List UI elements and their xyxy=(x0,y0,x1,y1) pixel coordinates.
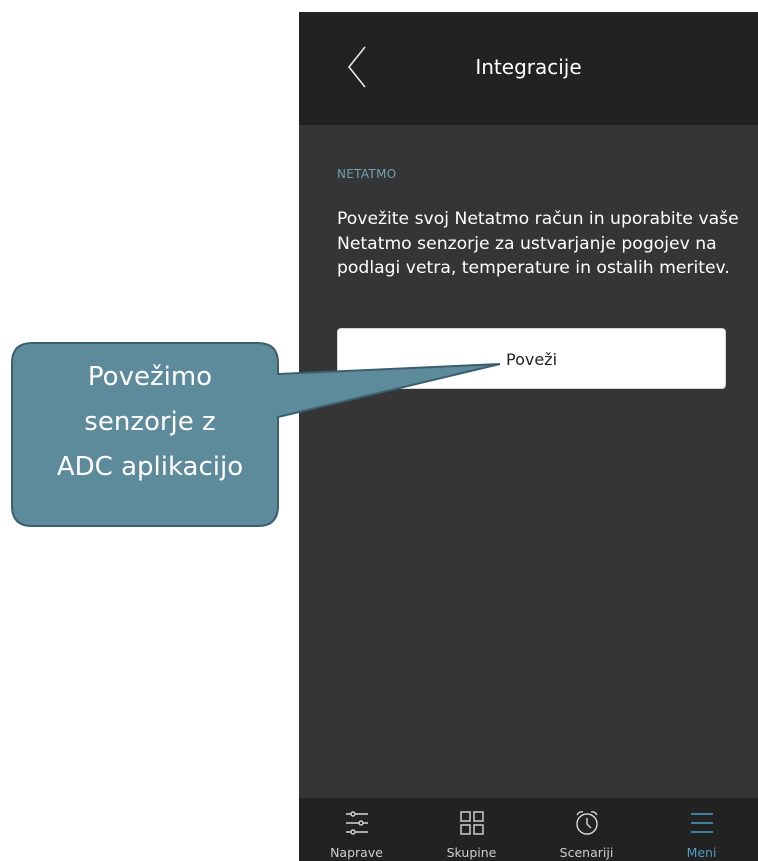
connect-button[interactable]: Poveži xyxy=(337,328,726,389)
section-label: NETATMO xyxy=(337,167,397,181)
menu-icon xyxy=(690,813,713,833)
callout-line: Povežimo xyxy=(87,362,213,392)
grid-icon xyxy=(459,811,484,835)
tab-label: Scenariji xyxy=(559,845,614,860)
integration-description: Povežite svoj Netatmo račun in uporabite… xyxy=(337,209,739,278)
page-title: Integracije xyxy=(475,55,582,79)
tab-label: Skupine xyxy=(446,845,497,860)
tab-skupine[interactable]: Skupine xyxy=(414,798,529,861)
callout-text: Povežimo senzorje z ADC aplikacijo xyxy=(20,355,280,490)
tab-label: Naprave xyxy=(330,845,383,860)
tab-bar: Naprave Skupine Scenariji Meni xyxy=(299,798,758,861)
alarm-clock-icon xyxy=(575,811,598,835)
tab-naprave[interactable]: Naprave xyxy=(299,798,414,861)
sliders-icon xyxy=(345,811,368,835)
app-screen: Integracije NETATMO Povežite svoj Netatm… xyxy=(299,12,758,861)
callout-line: ADC aplikacijo xyxy=(56,452,244,482)
tab-label: Meni xyxy=(686,845,717,860)
tab-meni[interactable]: Meni xyxy=(644,798,758,861)
tab-scenariji[interactable]: Scenariji xyxy=(529,798,644,861)
callout-line: senzorje z xyxy=(84,407,216,437)
header: Integracije xyxy=(299,12,758,125)
